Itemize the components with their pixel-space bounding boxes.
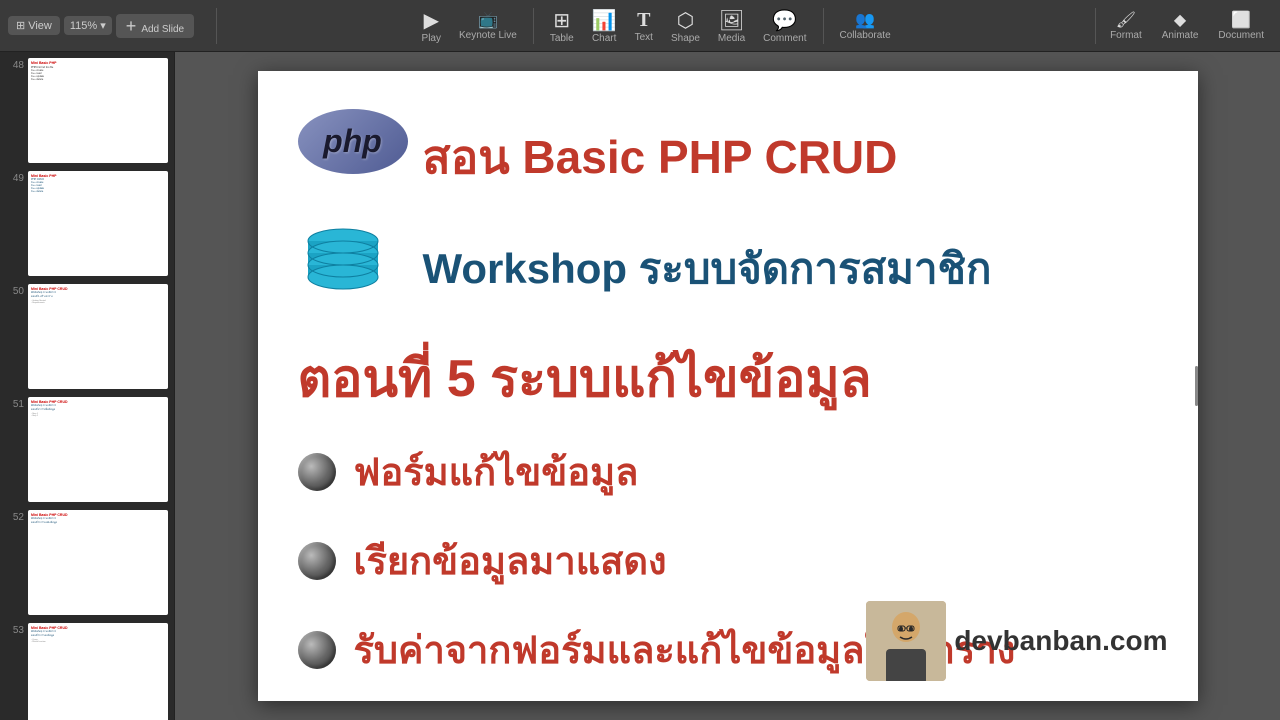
collaborate-button[interactable]: 👥 Collaborate bbox=[832, 8, 899, 43]
workshop-title: Workshop ระบบจัดการสมาชิก bbox=[423, 236, 992, 302]
main-area: 48 Mini Basic PHP PHPUnit Incl foo fileC… bbox=[0, 52, 1280, 720]
keynote-live-button[interactable]: 📺 Keynote Live bbox=[451, 8, 525, 43]
text-button[interactable]: T Text bbox=[627, 7, 661, 45]
slide-thumb-49[interactable]: 49 Mini Basic PHP PHP CRUDC++ createC++ … bbox=[4, 169, 170, 278]
comment-icon: 💬 bbox=[772, 8, 797, 33]
slide-thumb-53[interactable]: 53 Mini Basic PHP CRUD Workshop ระบบจัดก… bbox=[4, 621, 170, 720]
bullet-item-2: เรียกข้อมูลมาแสดง bbox=[298, 530, 1016, 591]
slide-thumb-50[interactable]: 50 Mini Basic PHP CRUD Workshop ระบบจัดก… bbox=[4, 282, 170, 391]
php-logo: php bbox=[298, 109, 408, 174]
document-button[interactable]: ⬜ Document bbox=[1210, 8, 1272, 43]
table-button[interactable]: ⊞ Table bbox=[542, 6, 582, 46]
play-button[interactable]: ▶ Play bbox=[414, 6, 449, 46]
canvas-area: php สอน Basic PHP CRUD bbox=[175, 52, 1280, 720]
media-button[interactable]: 🖼 Media bbox=[710, 6, 753, 46]
slide-thumb-48[interactable]: 48 Mini Basic PHP PHPUnit Incl foo fileC… bbox=[4, 56, 170, 165]
play-icon: ▶ bbox=[424, 8, 439, 33]
bullet-text-1: ฟอร์มแก้ไขข้อมูล bbox=[354, 441, 639, 502]
database-icon bbox=[298, 221, 388, 316]
plus-icon: + bbox=[126, 16, 137, 36]
slide-subtitle: ตอนที่ 5 ระบบแก้ไขข้อมูล bbox=[298, 336, 872, 419]
slide-title: สอน Basic PHP CRUD bbox=[423, 121, 898, 194]
zoom-button[interactable]: 115% ▾ bbox=[64, 16, 112, 35]
bullet-text-2: เรียกข้อมูลมาแสดง bbox=[354, 530, 667, 591]
shape-button[interactable]: ⬡ Shape bbox=[663, 6, 708, 46]
view-button[interactable]: ⊞ View bbox=[8, 16, 60, 35]
text-icon: T bbox=[637, 9, 650, 32]
slide-panel[interactable]: 48 Mini Basic PHP PHPUnit Incl foo fileC… bbox=[0, 52, 175, 720]
chart-button[interactable]: 📊 Chart bbox=[584, 6, 625, 46]
bullet-circle-1 bbox=[298, 453, 336, 491]
toolbar-right: 🖌 Format ◆ Animate ⬜ Document bbox=[1102, 8, 1272, 43]
bullet-circle-2 bbox=[298, 542, 336, 580]
comment-button[interactable]: 💬 Comment bbox=[755, 6, 814, 46]
add-slide-button[interactable]: + Add Slide bbox=[116, 14, 194, 38]
divider-1 bbox=[216, 8, 217, 44]
toolbar-left: ⊞ View 115% ▾ + Add Slide bbox=[8, 14, 194, 38]
chart-icon: 📊 bbox=[592, 8, 617, 33]
format-button[interactable]: 🖌 Format bbox=[1102, 8, 1150, 43]
media-icon: 🖼 bbox=[719, 8, 744, 33]
scrollbar[interactable] bbox=[1195, 366, 1198, 406]
collaborate-icon: 👥 bbox=[855, 10, 875, 30]
avatar-site-text: devbanban.com bbox=[954, 625, 1167, 657]
toolbar-center: ▶ Play 📺 Keynote Live ⊞ Table 📊 Chart T … bbox=[223, 6, 1089, 46]
table-icon: ⊞ bbox=[553, 8, 570, 33]
bullet-circle-3 bbox=[298, 631, 336, 669]
divider-4 bbox=[1095, 8, 1096, 44]
slide-thumb-52[interactable]: 52 Mini Basic PHP CRUD Workshop ระบบจัดก… bbox=[4, 508, 170, 617]
format-icon: 🖌 bbox=[1116, 10, 1136, 30]
slide-canvas[interactable]: php สอน Basic PHP CRUD bbox=[258, 71, 1198, 701]
avatar-image bbox=[866, 601, 946, 681]
animate-icon: ◆ bbox=[1174, 10, 1186, 30]
slide-thumb-51[interactable]: 51 Mini Basic PHP CRUD Workshop ระบบจัดก… bbox=[4, 395, 170, 504]
bullet-item-1: ฟอร์มแก้ไขข้อมูล bbox=[298, 441, 1016, 502]
document-icon: ⬜ bbox=[1231, 10, 1251, 30]
animate-button[interactable]: ◆ Animate bbox=[1154, 8, 1207, 43]
divider-2 bbox=[533, 8, 534, 44]
divider-3 bbox=[823, 8, 824, 44]
avatar-area: devbanban.com bbox=[866, 601, 1167, 681]
shape-icon: ⬡ bbox=[677, 8, 694, 33]
grid-icon: ⊞ bbox=[16, 19, 25, 32]
keynote-live-icon: 📺 bbox=[478, 10, 498, 30]
toolbar: ⊞ View 115% ▾ + Add Slide ▶ Play 📺 Keyno… bbox=[0, 0, 1280, 52]
